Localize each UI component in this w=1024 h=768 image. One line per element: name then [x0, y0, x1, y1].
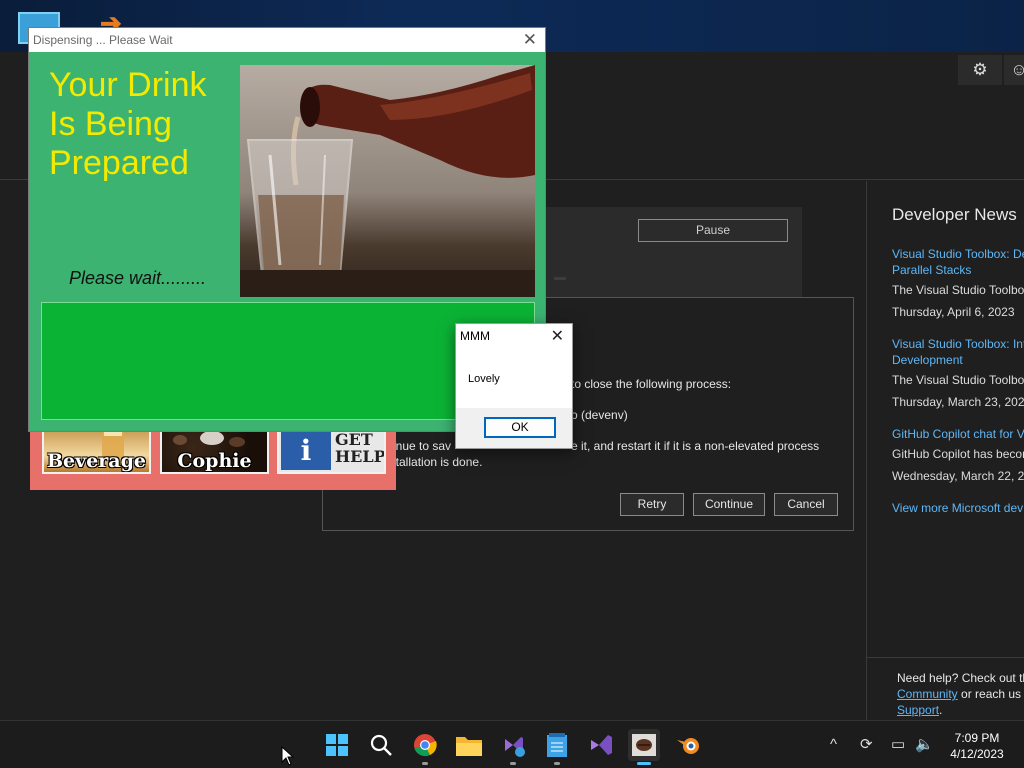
start-icon[interactable] — [321, 729, 353, 761]
get-help-line2: HELP — [335, 447, 386, 466]
process-name: o (devenv) — [571, 408, 628, 422]
beverage-tile[interactable]: Beverage — [42, 428, 151, 474]
news-link-2-line2: Development — [892, 353, 963, 367]
support-link[interactable]: Support — [897, 703, 939, 717]
news-link-3[interactable]: GitHub Copilot chat for V — [892, 426, 1024, 442]
install-progress-bar — [554, 277, 566, 280]
dispensing-titlebar[interactable]: Dispensing ... Please Wait ✕ — [29, 28, 545, 52]
cophie-tile[interactable]: Cophie — [160, 428, 269, 474]
news-link-2-line1: Visual Studio Toolbox: Int — [892, 337, 1024, 351]
cophie-label: Cophie — [177, 450, 252, 472]
cancel-button[interactable]: Cancel — [774, 493, 838, 516]
help-line2-rest: or reach us — [957, 687, 1022, 701]
news-date-2: Thursday, March 23, 2023 — [892, 395, 1024, 409]
news-date-1: Thursday, April 6, 2023 — [892, 305, 1015, 319]
community-link[interactable]: Community — [897, 687, 958, 701]
clock-date: 4/12/2023 — [950, 747, 1004, 761]
pause-button[interactable]: Pause — [638, 219, 788, 242]
sync-icon[interactable]: ⟳ — [860, 721, 873, 768]
help-period: . — [939, 703, 943, 717]
coffee-app-running-indicator — [637, 762, 651, 765]
news-text-1: The Visual Studio Toolbox — [892, 283, 1024, 297]
drink-heading-line3: Prepared — [49, 144, 189, 182]
chrome-running-indicator — [422, 762, 428, 765]
install-progress-card: Pause — [540, 207, 802, 297]
help-panel: Need help? Check out th Community or rea… — [866, 657, 1024, 720]
help-line1: Need help? Check out th — [897, 671, 1024, 685]
close-icon[interactable]: ✕ — [523, 28, 537, 52]
ok-button[interactable]: OK — [484, 417, 556, 438]
mmm-dialog-footer: OK — [456, 408, 572, 448]
mmm-close-icon[interactable]: ✕ — [551, 326, 564, 346]
mmm-message-dialog: MMM ✕ Lovely OK — [455, 323, 573, 449]
get-help-label: GET HELP — [335, 430, 386, 466]
drink-heading: Your Drink Is Being Prepared — [49, 66, 249, 183]
show-hidden-icons-chevron-up-icon[interactable]: ^ — [830, 721, 837, 768]
taskbar: ^ ⟳ ▭ 🔈 7:09 PM 4/12/2023 — [0, 720, 1024, 768]
settings-gear-icon[interactable]: ⚙ — [958, 55, 1002, 85]
mmm-dialog-title: MMM — [460, 329, 490, 343]
drink-heading-line1: Your Drink — [49, 66, 207, 104]
notepad-running-indicator — [554, 762, 560, 765]
drink-heading-line2: Is Being — [49, 105, 172, 143]
retry-button[interactable]: Retry — [620, 493, 684, 516]
developer-news-title: Developer News — [892, 205, 1017, 224]
file-explorer-icon[interactable] — [453, 729, 485, 761]
developer-news-panel: Developer News Visual Studio Toolbox: De… — [866, 181, 1024, 657]
news-link-1[interactable]: Visual Studio Toolbox: De Parallel Stack… — [892, 246, 1024, 278]
news-date-3: Wednesday, March 22, 20 — [892, 469, 1024, 483]
chrome-icon[interactable] — [409, 729, 441, 765]
notepad-icon[interactable] — [541, 729, 573, 765]
news-link-1-line1: Visual Studio Toolbox: De — [892, 247, 1024, 261]
beverage-label: Beverage — [47, 450, 146, 472]
visual-studio-icon[interactable] — [585, 729, 617, 761]
search-icon[interactable] — [365, 729, 397, 761]
clock-time: 7:09 PM — [954, 731, 1000, 745]
get-help-tile[interactable]: i GET HELP — [277, 428, 386, 474]
visual-studio-installer-icon[interactable] — [497, 729, 529, 765]
news-link-3-line1: GitHub Copilot chat for V — [892, 427, 1024, 441]
mmm-message-text: Lovely — [468, 373, 500, 385]
please-wait-text: Please wait......... — [69, 268, 207, 288]
process-message-line4: nstallation is done. — [383, 455, 483, 469]
network-icon[interactable]: ▭ — [891, 721, 905, 768]
dispensing-window-title: Dispensing ... Please Wait — [33, 33, 173, 47]
coffee-app-icon[interactable] — [628, 729, 660, 765]
news-link-1-line2: Parallel Stacks — [892, 263, 972, 277]
news-text-2: The Visual Studio Toolbox — [892, 373, 1024, 387]
mouse-cursor-icon — [281, 746, 295, 766]
drink-pouring-image — [240, 65, 535, 297]
view-more-news-link[interactable]: View more Microsoft dev — [892, 500, 1023, 516]
info-icon: i — [281, 432, 331, 470]
blender-icon[interactable] — [673, 729, 705, 761]
process-message-line3b: e it, and restart it if it is a non-elev… — [571, 439, 820, 453]
news-text-3: GitHub Copilot has becon — [892, 447, 1024, 461]
continue-button[interactable]: Continue — [693, 493, 765, 516]
taskbar-clock[interactable]: 7:09 PM 4/12/2023 — [942, 730, 1012, 762]
volume-icon[interactable]: 🔈 — [915, 721, 934, 768]
get-help-line1: GET — [335, 430, 373, 449]
vs-installer-running-indicator — [510, 762, 516, 765]
process-message-line1: to close the following process: — [571, 377, 732, 391]
news-link-2[interactable]: Visual Studio Toolbox: Int Development — [892, 336, 1024, 368]
account-icon[interactable]: ☺ — [1004, 55, 1024, 85]
